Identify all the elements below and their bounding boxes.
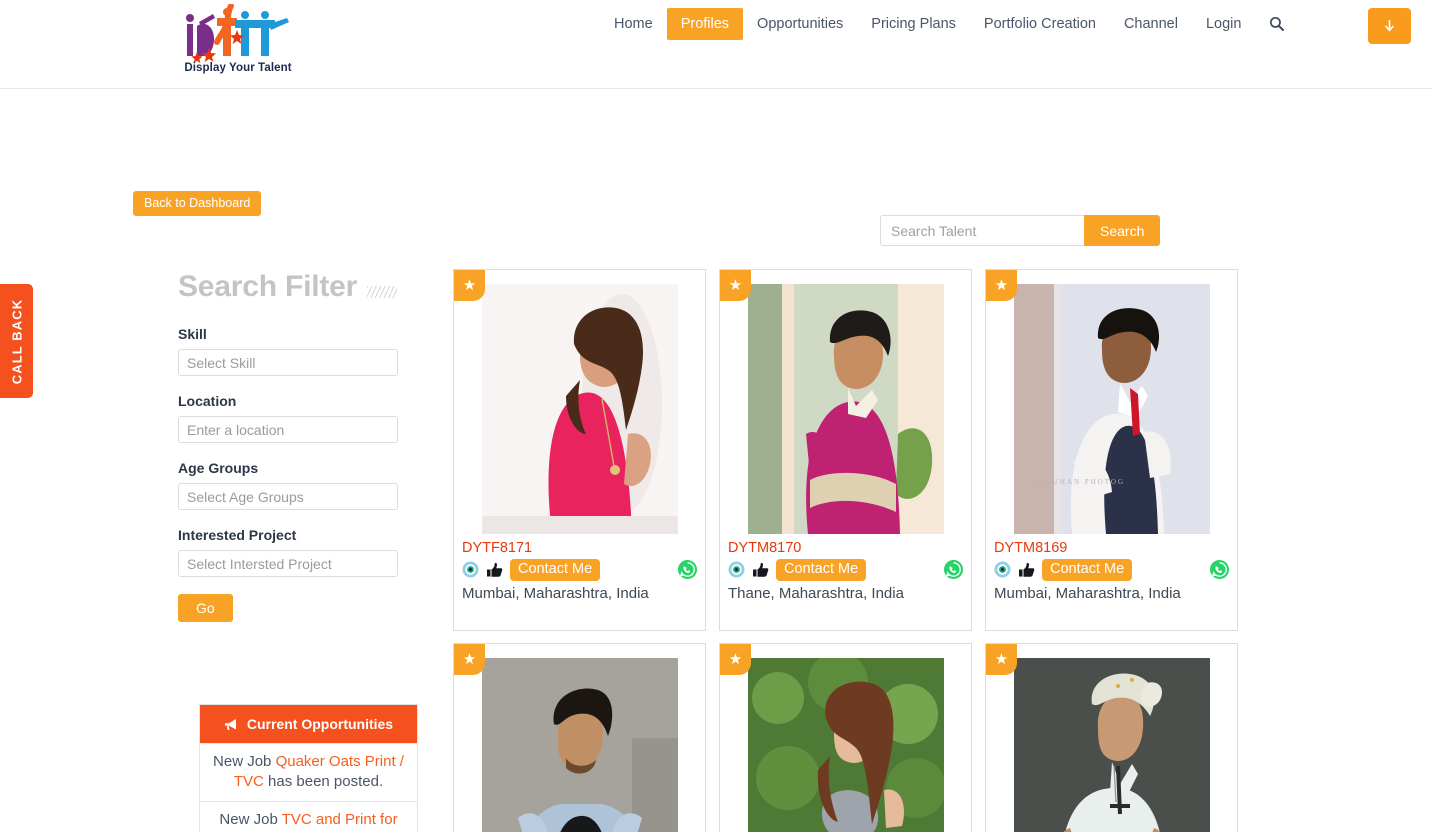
skill-input[interactable] [178,349,398,376]
profile-card-body: DYTF8171 Contact Me Mumbai, Maharashtra,… [454,534,705,602]
profile-photo: CHOUHAN PHOTOG [1013,284,1210,534]
profile-id[interactable]: DYTM8170 [728,540,963,556]
profile-actions: Contact Me [994,559,1229,581]
opportunity-prefix: New Job [219,810,282,828]
logo-tagline: Display Your Talent [184,62,292,74]
nav-item-pricing-plans[interactable]: Pricing Plans [857,8,970,40]
nav-item-home[interactable]: Home [600,8,667,40]
label-location: Location [178,393,237,409]
hatch-decoration-icon [367,286,398,298]
profile-card[interactable]: ★ [453,643,706,832]
featured-star-icon: ★ [720,644,751,675]
opportunity-item[interactable]: New Job Quaker Oats Print / TVC has been… [200,743,417,801]
search-icon[interactable] [1269,16,1285,32]
profile-location: Thane, Maharashtra, India [728,584,904,602]
search-talent-button[interactable]: Search [1084,215,1161,246]
profile-id[interactable]: DYTM8169 [994,540,1229,556]
nav-item-opportunities[interactable]: Opportunities [743,8,857,40]
nav-item-login[interactable]: Login [1192,8,1255,40]
featured-star-icon: ★ [454,270,485,301]
profile-card[interactable]: ★ DYTF8171 Contact Me Mumbai, Maharashtr… [453,269,706,631]
download-arrow-icon [1385,20,1394,32]
interested-project-input[interactable] [178,550,398,577]
nav-item-channel[interactable]: Channel [1110,8,1192,40]
featured-star-icon: ★ [986,644,1017,675]
search-filter-heading: Search Filter [178,270,424,304]
featured-star-icon: ★ [986,270,1017,301]
label-age-groups: Age Groups [178,460,259,476]
current-opportunities-title: Current Opportunities [246,716,394,732]
nav-item-portfolio-creation[interactable]: Portfolio Creation [970,8,1110,40]
profile-card-body: DYTM8169 Contact Me Mumbai, Maharashtra,… [986,534,1237,602]
page-title: Search Filter [178,270,358,303]
site-logo[interactable]: Display Your Talent [178,4,298,86]
thumbs-up-icon[interactable] [486,562,503,578]
call-back-tab[interactable]: CALL BACK [0,284,33,398]
whatsapp-icon[interactable] [944,560,963,580]
contact-me-button[interactable]: Contact Me [510,559,601,581]
back-to-dashboard-button[interactable]: Back to Dashboard [133,191,262,216]
logo-artwork [186,4,289,64]
current-opportunities-header: Current Opportunities [200,705,417,743]
profile-card[interactable]: ★ [719,643,972,832]
contact-me-button[interactable]: Contact Me [776,559,867,581]
profile-actions: Contact Me [728,559,963,581]
label-skill: Skill [178,326,207,342]
main-navigation: Home Profiles Opportunities Pricing Plan… [600,8,1285,40]
view-eye-icon[interactable] [462,561,479,578]
download-button[interactable] [1368,8,1411,44]
location-input[interactable] [178,416,398,443]
opportunity-prefix: New Job [213,753,276,770]
profile-location: Mumbai, Maharashtra, India [994,584,1181,602]
profile-card-body: DYTM8170 Contact Me Thane, Maharashtra, … [720,534,971,602]
profile-grid: ★ DYTF8171 Contact Me Mumbai, Maharashtr… [453,269,1243,832]
profile-card[interactable]: ★ CHOUHAN PHOTOG DYTM8169 Contact Me Mum… [985,269,1238,631]
profile-card[interactable]: ★ DYTM8170 Contact Me Thane, Maharashtra… [719,269,972,631]
call-back-label: CALL BACK [9,298,24,384]
profile-card[interactable]: ★ [985,643,1238,832]
featured-star-icon: ★ [454,644,485,675]
profile-photo [481,658,678,832]
profile-photo [1013,658,1210,832]
go-button[interactable]: Go [178,594,233,622]
whatsapp-icon[interactable] [678,560,697,580]
profile-photo [481,284,678,534]
contact-me-button[interactable]: Contact Me [1042,559,1133,581]
search-filter-sidebar: Search Filter Skill Location Age Groups … [178,270,424,622]
view-eye-icon[interactable] [994,561,1011,578]
whatsapp-icon[interactable] [1210,560,1229,580]
profile-actions: Contact Me [462,559,697,581]
profile-photo [747,284,944,534]
profile-id[interactable]: DYTF8171 [462,540,697,556]
page-body: CALL BACK Back to Dashboard Search Searc… [0,89,1432,832]
profile-photo [747,658,944,832]
age-groups-input[interactable] [178,483,398,510]
nav-item-profiles[interactable]: Profiles [666,8,744,40]
opportunity-item[interactable]: New Job TVC and Print for Quaker Oats Pr… [200,800,417,832]
talent-search-bar: Search [880,215,1161,246]
view-eye-icon[interactable] [728,561,745,578]
svg-text:CHOUHAN PHOTOG: CHOUHAN PHOTOG [1032,478,1125,486]
current-opportunities-panel: Current Opportunities New Job Quaker Oat… [199,704,418,832]
thumbs-up-icon[interactable] [1018,562,1035,578]
thumbs-up-icon[interactable] [752,562,769,578]
label-interested-project: Interested Project [178,527,297,543]
site-header: Display Your Talent Home Profiles Opport… [0,0,1432,89]
profile-location: Mumbai, Maharashtra, India [462,584,649,602]
search-talent-input[interactable] [880,215,1084,246]
featured-star-icon: ★ [720,270,751,301]
opportunity-suffix: has been posted. [263,773,384,791]
megaphone-icon [224,718,236,730]
